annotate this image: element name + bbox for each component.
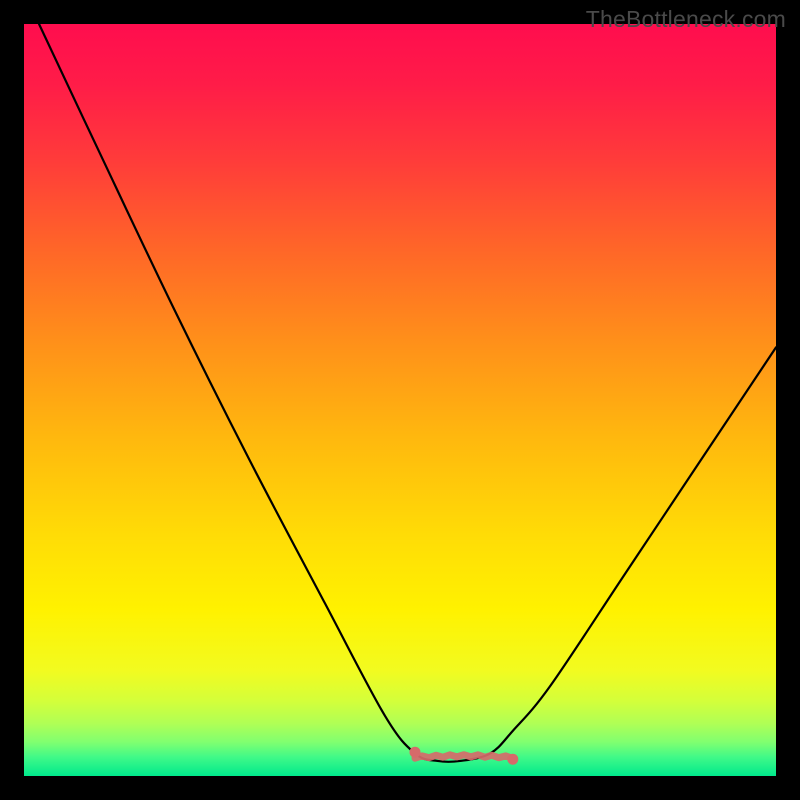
gradient-background bbox=[24, 24, 776, 776]
watermark-text: TheBottleneck.com bbox=[586, 6, 786, 33]
chart-container: TheBottleneck.com bbox=[0, 0, 800, 800]
plot-area bbox=[24, 24, 776, 776]
